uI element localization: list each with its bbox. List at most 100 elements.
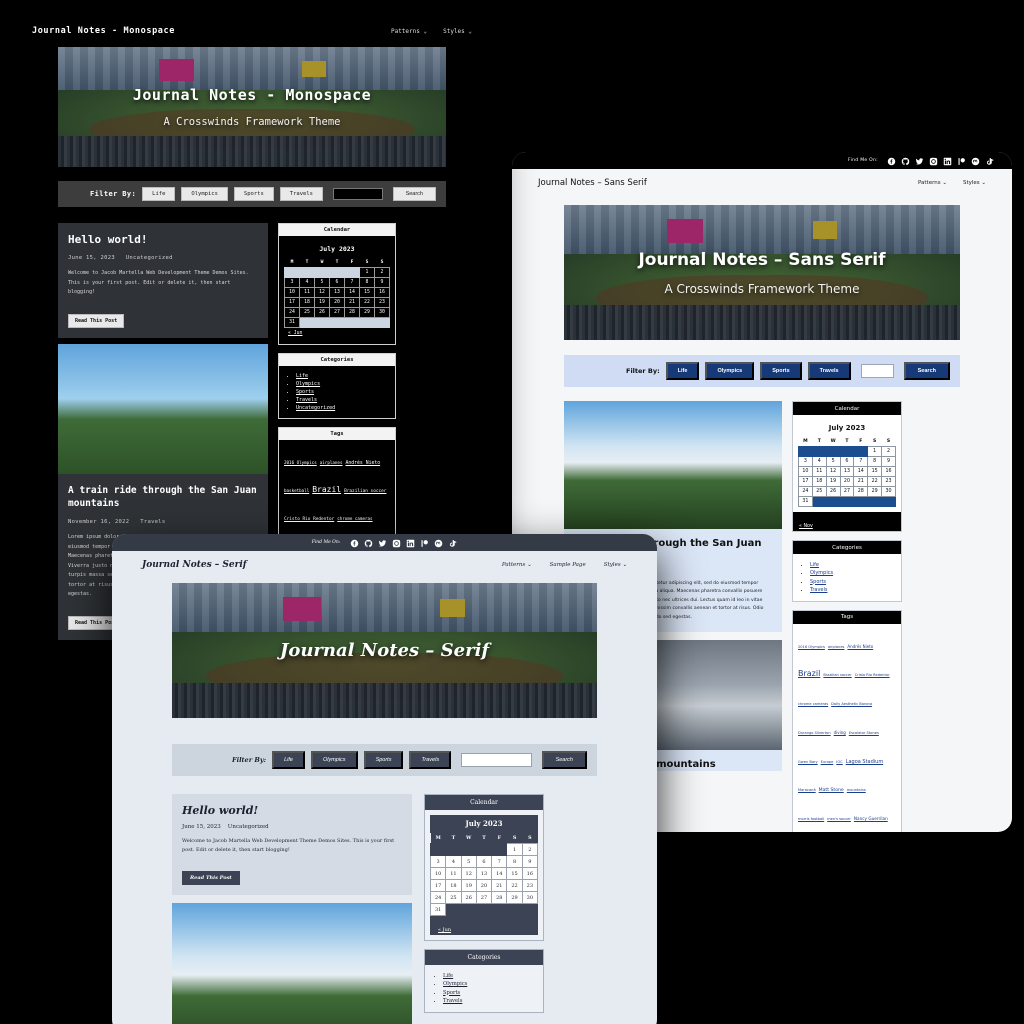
- search-input[interactable]: [332, 188, 383, 200]
- calendar-day[interactable]: 15: [506, 867, 523, 880]
- calendar-day[interactable]: 5: [314, 277, 330, 288]
- calendar-day[interactable]: 17: [798, 476, 813, 487]
- calendar-day[interactable]: 27: [839, 486, 855, 497]
- filter-button-olympics[interactable]: Olympics: [310, 751, 358, 769]
- category-link[interactable]: Sports: [810, 579, 826, 585]
- calendar-day[interactable]: 21: [853, 476, 869, 487]
- calendar-day[interactable]: 12: [460, 867, 477, 880]
- calendar-day[interactable]: 7: [344, 277, 360, 288]
- calendar-day[interactable]: 9: [521, 855, 539, 868]
- calendar-day[interactable]: 21: [344, 297, 360, 308]
- tag-link[interactable]: Daily Aesthetic Barona: [831, 701, 872, 707]
- category-item[interactable]: Sports: [810, 579, 896, 585]
- tag-link[interactable]: Maracanã: [798, 787, 816, 793]
- main-nav[interactable]: Patterns ⌄ Styles ⌄: [391, 28, 472, 35]
- tag-link[interactable]: mountains: [847, 787, 866, 793]
- main-nav[interactable]: Patterns ⌄ Sample Page Styles ⌄: [502, 562, 627, 568]
- post-category[interactable]: Uncategorized: [126, 255, 173, 261]
- calendar-day[interactable]: 11: [299, 287, 315, 298]
- calendar-day[interactable]: 23: [521, 879, 539, 892]
- calendar-day[interactable]: 21: [491, 879, 508, 892]
- tag-link[interactable]: 2016 Olympics: [798, 644, 825, 650]
- post-title[interactable]: Hello world!: [68, 233, 258, 246]
- calendar-day[interactable]: 9: [374, 277, 390, 288]
- calendar-day[interactable]: 8: [359, 277, 375, 288]
- post-title[interactable]: Hello world!: [182, 804, 402, 817]
- tag-link[interactable]: diving: [834, 729, 846, 736]
- calendar-day[interactable]: 12: [825, 466, 841, 477]
- calendar-prev-link-row[interactable]: « Jun: [284, 328, 390, 339]
- nav-item-styles[interactable]: Styles ⌄: [604, 562, 627, 568]
- filter-button-sports[interactable]: Sports: [760, 362, 802, 380]
- patreon-icon[interactable]: [420, 534, 429, 552]
- calendar-table[interactable]: July 2023 MTWTFSS 1 2 3 4 5 6 7 8 9 10 11 12 13 14 15 1…: [284, 241, 390, 328]
- category-link[interactable]: Uncategorized: [296, 405, 335, 411]
- tag-link[interactable]: Cristo Rio Redentor: [855, 672, 890, 678]
- calendar-prev-link-row[interactable]: « Nov: [793, 512, 901, 531]
- category-item[interactable]: Olympics: [443, 981, 538, 987]
- search-button[interactable]: Search: [392, 187, 436, 201]
- calendar-day[interactable]: 12: [314, 287, 330, 298]
- calendar-day[interactable]: 28: [344, 307, 360, 318]
- calendar-day[interactable]: 24: [798, 486, 813, 497]
- calendar-day[interactable]: 22: [867, 476, 883, 487]
- tag-link[interactable]: Brazilian soccer: [823, 672, 851, 678]
- category-link[interactable]: Life: [810, 562, 819, 568]
- tag-link[interactable]: basketball: [284, 487, 309, 494]
- tag-link[interactable]: airplanes: [320, 459, 343, 466]
- calendar-day[interactable]: 19: [825, 476, 841, 487]
- site-brand[interactable]: Journal Notes – Serif: [142, 560, 247, 570]
- linkedin-icon[interactable]: [406, 534, 415, 552]
- github-icon[interactable]: [901, 152, 910, 170]
- calendar-day[interactable]: 30: [374, 307, 390, 318]
- calendar-table[interactable]: July 2023 MTWTFSS 1 2 3 4 5 6 7 8 9 10 11 12 13 14 15 1…: [429, 815, 539, 916]
- nav-item-sample-page[interactable]: Sample Page: [550, 562, 586, 568]
- calendar-day[interactable]: 9: [881, 456, 896, 467]
- category-link[interactable]: Olympics: [810, 570, 833, 576]
- tag-link[interactable]: Matt Stone: [819, 787, 844, 795]
- calendar-day[interactable]: 29: [867, 486, 883, 497]
- calendar-day[interactable]: 13: [475, 867, 493, 880]
- nav-item-patterns[interactable]: Patterns ⌄: [391, 28, 427, 35]
- calendar-day[interactable]: 18: [445, 879, 462, 892]
- calendar-day[interactable]: 18: [299, 297, 315, 308]
- patreon-icon[interactable]: [957, 152, 966, 170]
- calendar-day[interactable]: 25: [445, 891, 462, 904]
- calendar-day[interactable]: 31: [284, 317, 300, 328]
- main-nav[interactable]: Patterns ⌄ Styles ⌄: [918, 180, 986, 186]
- nav-item-styles[interactable]: Styles ⌄: [963, 180, 986, 186]
- tag-link[interactable]: Lagoa Stadium: [846, 758, 884, 767]
- filter-button-travels[interactable]: Travels: [807, 362, 851, 380]
- calendar-day[interactable]: 2: [521, 843, 539, 856]
- calendar-day[interactable]: 3: [798, 456, 813, 467]
- category-item[interactable]: Life: [296, 373, 390, 379]
- facebook-icon[interactable]: [350, 534, 359, 552]
- tag-link[interactable]: Andrés Nieto: [345, 460, 380, 468]
- filter-button-life[interactable]: Life: [142, 187, 176, 201]
- calendar-day[interactable]: 31: [798, 496, 813, 507]
- calendar-day[interactable]: 5: [460, 855, 477, 868]
- category-link[interactable]: Travels: [810, 587, 827, 593]
- calendar-day[interactable]: 8: [867, 456, 883, 467]
- calendar-day[interactable]: 17: [429, 879, 447, 892]
- post-category[interactable]: Uncategorized: [228, 824, 269, 830]
- calendar-day[interactable]: 14: [853, 466, 869, 477]
- tag-link[interactable]: chrome cameras: [798, 701, 828, 707]
- calendar-day[interactable]: 4: [445, 855, 462, 868]
- calendar-day[interactable]: 14: [491, 867, 508, 880]
- category-item[interactable]: Olympics: [810, 570, 896, 576]
- calendar-day[interactable]: 23: [881, 476, 896, 487]
- nav-item-styles[interactable]: Styles ⌄: [443, 28, 472, 35]
- tiktok-icon[interactable]: [985, 152, 994, 170]
- post-card[interactable]: Hello world! June 15, 2023 Uncategorized…: [172, 794, 412, 895]
- category-item[interactable]: Olympics: [296, 381, 390, 387]
- calendar-day[interactable]: 22: [359, 297, 375, 308]
- calendar-day[interactable]: 29: [506, 891, 523, 904]
- category-item[interactable]: Life: [443, 973, 538, 979]
- calendar-day[interactable]: 30: [521, 891, 539, 904]
- category-link[interactable]: Life: [296, 373, 308, 379]
- calendar-day[interactable]: 23: [374, 297, 390, 308]
- post-title[interactable]: A train ride through the San Juan mounta…: [58, 474, 268, 512]
- filter-button-travels[interactable]: Travels: [279, 187, 323, 201]
- twitter-icon[interactable]: [378, 534, 387, 552]
